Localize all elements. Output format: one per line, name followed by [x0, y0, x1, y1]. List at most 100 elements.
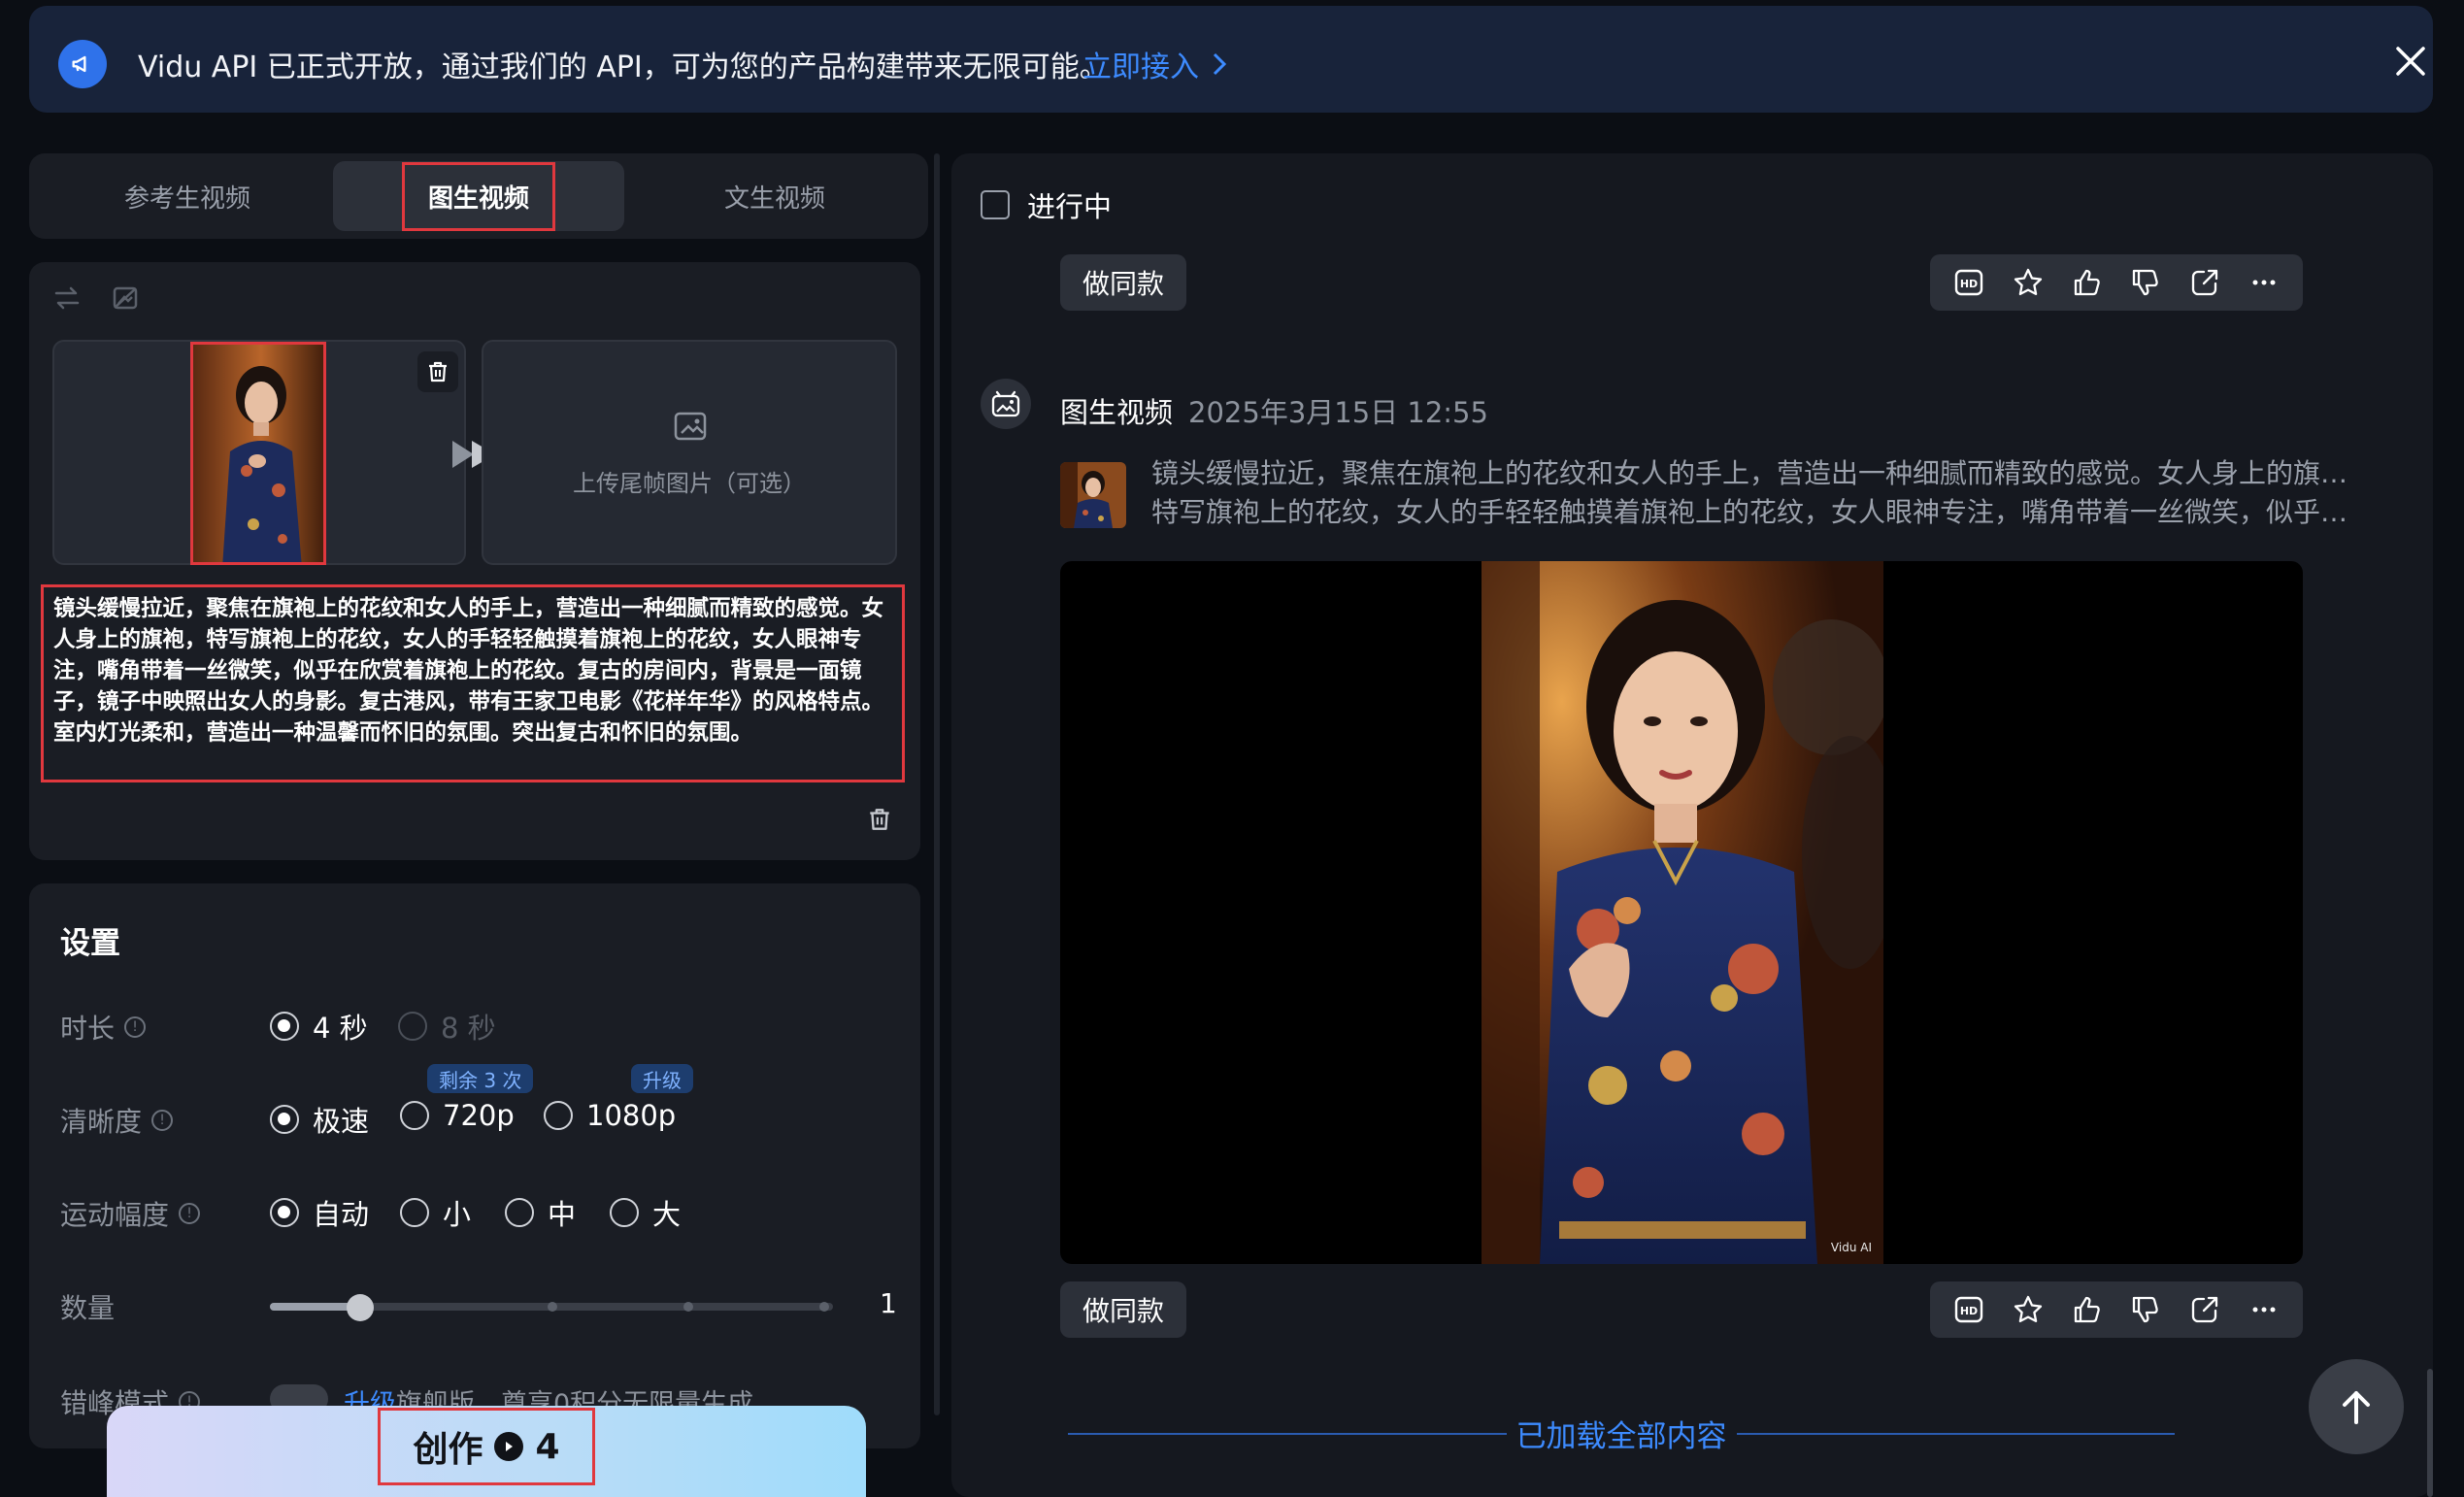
result-actions: HD: [1930, 1281, 2303, 1338]
trash-icon: [429, 361, 447, 383]
motion-label-text: 运动幅度: [60, 1199, 170, 1231]
task-prompt-line: 镜头缓慢拉近，聚焦在旗袍上的花纹和女人的手上，营造出一种细腻而精致的感觉。女人身…: [1151, 457, 2355, 489]
more-icon[interactable]: [2245, 1290, 2283, 1329]
scroll-to-top-button[interactable]: [2309, 1359, 2404, 1454]
radio[interactable]: [400, 1101, 429, 1130]
radio[interactable]: [610, 1198, 639, 1227]
resolution-option-720p[interactable]: 720p: [400, 1099, 515, 1132]
make-same-button[interactable]: 做同款: [1060, 1281, 1186, 1338]
resolution-option-fast[interactable]: 极速: [270, 1099, 369, 1140]
make-same-button[interactable]: 做同款: [1060, 254, 1186, 311]
video-frame: Vidu AI: [1482, 561, 1883, 1264]
thumbs-down-icon[interactable]: [2126, 263, 2165, 302]
video-watermark: Vidu AI: [1830, 1241, 1872, 1254]
prompt-input[interactable]: 镜头缓慢拉近，聚焦在旗袍上的花纹和女人的手上，营造出一种细腻而精致的感觉。女人身…: [41, 584, 905, 782]
create-button-inner[interactable]: 创作 4: [378, 1408, 595, 1485]
motion-option-label: 大: [652, 1198, 682, 1231]
frame-tools: [52, 283, 140, 313]
duration-option-label: 4 秒: [313, 1012, 368, 1045]
svg-text:HD: HD: [1960, 278, 1978, 290]
radio-selected[interactable]: [270, 1105, 299, 1134]
star-icon[interactable]: [2009, 1290, 2048, 1329]
radio[interactable]: [544, 1101, 573, 1130]
in-progress-filter[interactable]: 进行中: [981, 184, 1112, 225]
share-icon[interactable]: [2185, 1290, 2224, 1329]
count-label: 数量: [60, 1292, 116, 1324]
settings-panel: 设置 时长 ! 4 秒 8 秒 剩余 3 次 升级 清晰度 ! 极速 720p …: [29, 883, 920, 1448]
hd-icon[interactable]: HD: [1949, 263, 1988, 302]
count-slider[interactable]: [270, 1294, 833, 1321]
radio-selected[interactable]: [270, 1198, 299, 1227]
thumbs-up-icon[interactable]: [2068, 1290, 2107, 1329]
duration-label-text: 时长: [60, 1013, 116, 1045]
create-cost: 4: [535, 1426, 560, 1467]
share-icon[interactable]: [2185, 263, 2224, 302]
info-icon[interactable]: !: [151, 1110, 174, 1131]
duration-option-8s[interactable]: 8 秒: [398, 1006, 496, 1047]
tab-image-to-video-label[interactable]: 图生视频: [401, 161, 555, 231]
video-player[interactable]: Vidu AI: [1060, 561, 2303, 1264]
motion-option-auto[interactable]: 自动: [270, 1192, 369, 1233]
thumbs-down-icon[interactable]: [2126, 1290, 2165, 1329]
info-icon[interactable]: !: [124, 1016, 147, 1038]
task-thumbnail[interactable]: [1060, 462, 1126, 528]
resolution-option-label: 1080p: [586, 1099, 677, 1132]
delete-first-frame-button[interactable]: [417, 351, 458, 392]
tab-image-to-video[interactable]: 图生视频: [333, 161, 624, 231]
radio[interactable]: [505, 1198, 534, 1227]
left-scrollbar[interactable]: [934, 153, 940, 1415]
star-icon[interactable]: [2009, 263, 2048, 302]
thumbs-up-icon[interactable]: [2068, 263, 2107, 302]
resolution-label-text: 清晰度: [60, 1106, 143, 1138]
motion-option-large[interactable]: 大: [610, 1192, 681, 1233]
in-progress-checkbox[interactable]: [981, 190, 1010, 219]
swap-icon[interactable]: [52, 283, 82, 313]
arrow-up-icon: [2343, 1391, 2370, 1424]
create-label: 创作: [413, 1430, 483, 1470]
slider-step: [819, 1302, 829, 1312]
radio-selected[interactable]: [270, 1012, 299, 1041]
end-frame-upload[interactable]: 上传尾帧图片（可选）: [482, 340, 897, 565]
motion-option-label: 小: [443, 1198, 472, 1231]
clear-prompt-icon[interactable]: [866, 806, 893, 833]
hd-icon[interactable]: HD: [1949, 1290, 1988, 1329]
resolution-option-1080p[interactable]: 1080p: [544, 1099, 676, 1132]
slider-step: [548, 1302, 557, 1312]
motion-option-small[interactable]: 小: [400, 1192, 471, 1233]
image-input-panel: 上传尾帧图片（可选） 镜头缓慢拉近，聚焦在旗袍上的花纹和女人的手上，营造出一种细…: [29, 262, 920, 860]
task-prompt: 镜头缓慢拉近，聚焦在旗袍上的花纹和女人的手上，营造出一种细腻而精致的感觉。女人身…: [1151, 454, 2355, 532]
resolution-option-label: 极速: [313, 1105, 370, 1138]
motion-option-medium[interactable]: 中: [505, 1192, 576, 1233]
remaining-badge: 剩余 3 次: [427, 1064, 534, 1093]
first-frame-image: [190, 342, 326, 565]
radio[interactable]: [398, 1012, 427, 1041]
duration-option-label: 8 秒: [441, 1012, 496, 1045]
result-actions: HD: [1930, 254, 2303, 311]
credit-icon: [494, 1432, 524, 1461]
image-edit-icon[interactable]: [111, 283, 140, 313]
info-icon[interactable]: !: [179, 1203, 201, 1224]
announcement-banner: Vidu API 已正式开放，通过我们的 API，可为您的产品构建带来无限可能。…: [29, 6, 2433, 113]
task-time: 2025年3月15日 12:55: [1188, 396, 1488, 429]
tab-reference-video[interactable]: 参考生视频: [37, 161, 338, 231]
task-header: 图生视频 2025年3月15日 12:55: [1060, 390, 1488, 431]
banner-text: Vidu API 已正式开放，通过我们的 API，可为您的产品构建带来无限可能。: [138, 50, 1109, 84]
tab-text-to-video[interactable]: 文生视频: [629, 161, 920, 231]
divider: [1736, 1432, 2175, 1435]
more-icon[interactable]: [2245, 263, 2283, 302]
right-scrollbar[interactable]: [2427, 1369, 2433, 1497]
slider-handle[interactable]: [346, 1294, 374, 1321]
in-progress-label: 进行中: [1027, 190, 1113, 223]
image-to-video-icon: [981, 379, 1031, 429]
upgrade-badge[interactable]: 升级: [631, 1064, 693, 1093]
settings-title: 设置: [60, 926, 120, 961]
create-button[interactable]: 创作 4: [107, 1406, 866, 1497]
radio[interactable]: [400, 1198, 429, 1227]
close-icon[interactable]: [2394, 45, 2427, 78]
banner-link[interactable]: 立即接入: [1082, 43, 1228, 85]
banner-link-label[interactable]: 立即接入: [1082, 43, 1199, 85]
duration-option-4s[interactable]: 4 秒: [270, 1006, 368, 1047]
mode-tabs: 参考生视频 图生视频 文生视频: [29, 153, 928, 239]
first-frame-slot[interactable]: [52, 340, 466, 565]
duration-label: 时长 !: [60, 1008, 147, 1047]
